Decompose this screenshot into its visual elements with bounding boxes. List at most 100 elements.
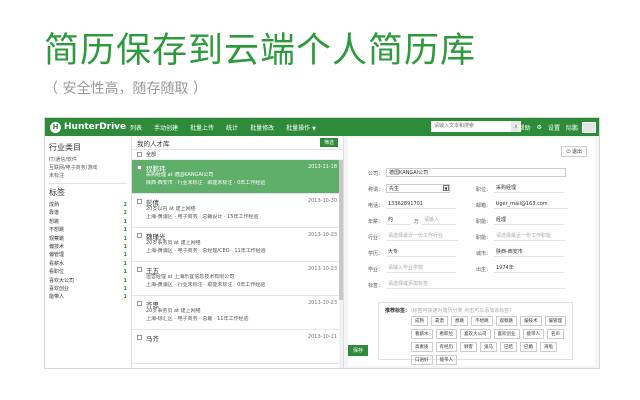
row-checkbox[interactable] xyxy=(137,233,142,238)
help-link[interactable]: 帮助 xyxy=(519,123,531,132)
nav-batch-upload[interactable]: 批量上传 xyxy=(190,123,214,132)
tag-chip[interactable]: 偏管理 xyxy=(544,316,566,326)
school-field[interactable]: 请输入毕业学校 xyxy=(386,264,456,273)
phone-field[interactable]: 13362891701 xyxy=(386,200,456,209)
position-field[interactable]: 采购经理 xyxy=(494,184,564,193)
tag-chip[interactable]: 有经历 xyxy=(435,342,457,352)
tag-chip[interactable]: 海龟 xyxy=(540,342,557,352)
chevron-down-icon[interactable]: ▼ xyxy=(443,185,449,191)
tag-chip[interactable]: 鬼马 xyxy=(480,342,497,352)
row-checkbox[interactable] xyxy=(137,199,142,204)
nav-list[interactable]: 列表 xyxy=(130,123,142,132)
tag-item[interactable]: 能带人 1 xyxy=(49,293,127,301)
tags-input[interactable]: 请选择或添加标签 xyxy=(386,280,566,289)
industry-label: 行业： xyxy=(368,235,384,241)
tag-chip[interactable]: 看薪水 xyxy=(411,329,433,339)
tag-item[interactable]: 成熟 2 xyxy=(49,201,127,209)
candidate-card[interactable]: 魏瑾光 2013-10-23 20岁事务员 at 建上网络 上海-黄浦区 · 电… xyxy=(132,228,343,262)
tag-chip[interactable]: 能带人 xyxy=(522,329,544,339)
tag-item[interactable]: 偏技术 1 xyxy=(49,243,127,251)
tag-item[interactable]: 看薪水 1 xyxy=(49,260,127,268)
function-field[interactable]: 经理 xyxy=(494,216,564,225)
company-label: 公司： xyxy=(368,171,384,177)
email-field[interactable]: tiger_mail@163.com xyxy=(494,200,568,209)
row-checkbox[interactable] xyxy=(137,267,142,272)
company-field[interactable]: 德国KANGAI公司 xyxy=(386,168,566,177)
candidate-card[interactable]: 马齐 2013-10-21 xyxy=(132,330,343,364)
logo[interactable]: H HunterDrive xyxy=(50,121,130,133)
tag-item[interactable]: 看职位 1 xyxy=(49,268,127,276)
tag-chip[interactable]: 已婚 xyxy=(520,342,537,352)
rec-title-text: 推荐标签： xyxy=(385,308,411,314)
tag-chip[interactable]: 想跳 xyxy=(451,316,468,326)
birth-field[interactable]: 1974年 xyxy=(494,264,564,273)
tag-chip[interactable]: 成熟 xyxy=(411,316,428,326)
row-checkbox[interactable] xyxy=(137,301,142,306)
tag-item[interactable]: 想跳 1 xyxy=(49,218,127,226)
list-scrollbar[interactable] xyxy=(339,160,343,368)
tag-chip[interactable]: 顾客 xyxy=(460,342,477,352)
settings-link[interactable]: 设置 xyxy=(548,123,560,132)
tag-label: 喜欢大公司 xyxy=(49,277,75,284)
salary-unit: 万 xyxy=(414,219,420,225)
salary-input[interactable]: 请输入 xyxy=(422,216,456,225)
row-checkbox[interactable] xyxy=(137,335,142,340)
function-label: 职能： xyxy=(476,219,492,225)
tag-chip[interactable]: 不想跳 xyxy=(471,316,493,326)
sub-function-select[interactable]: 请选择最近一份工作职能 xyxy=(494,232,566,241)
top-right-menu: 帮助 ⚙ 设置 际鹏 xyxy=(513,118,596,136)
tag-chip[interactable]: 喜欢大公司 xyxy=(460,329,491,339)
row-checkbox[interactable] xyxy=(137,165,142,170)
tag-item[interactable]: 观察跳 1 xyxy=(49,235,127,243)
candidate-card[interactable]: 齐思 2013-10-23 20岁事务员 at 建上网络 上海-徐汇区 · 电子… xyxy=(132,296,343,330)
tag-item[interactable]: 不想跳 1 xyxy=(49,226,127,234)
select-all-row[interactable]: 全部 xyxy=(132,150,343,160)
tag-count: 1 xyxy=(123,227,127,234)
candidate-card[interactable]: 王五 2013-10-23 运营经理 at 上海乐宜信息技术有限公司 上海-黄浦… xyxy=(132,262,343,296)
tag-chip[interactable]: 靠谱 xyxy=(431,316,448,326)
education-field[interactable]: 大专 xyxy=(386,248,456,257)
gear-icon[interactable]: ⚙ xyxy=(537,124,542,131)
candidate-date: 2013-11-18 xyxy=(307,164,337,170)
industry-item[interactable]: IT/通信/软件 xyxy=(49,156,127,164)
tag-item[interactable]: 偏管理 1 xyxy=(49,251,127,259)
scrollbar-thumb[interactable] xyxy=(339,160,343,300)
tag-chip[interactable]: 能带人 xyxy=(435,355,457,365)
nav-stats[interactable]: 统计 xyxy=(226,123,238,132)
candidate-date: 2013-10-21 xyxy=(307,334,337,340)
tag-item[interactable]: 喜欢大公司 1 xyxy=(49,277,127,285)
tag-chip[interactable]: 看职位 xyxy=(435,329,457,339)
tag-count: 1 xyxy=(123,218,127,225)
select-all-checkbox[interactable] xyxy=(137,152,142,157)
tag-chip[interactable]: 名声 xyxy=(547,329,564,339)
tag-item[interactable]: 靠谱 2 xyxy=(49,209,127,217)
city-field[interactable]: 陕西-西安市 xyxy=(494,248,564,257)
avatar[interactable] xyxy=(582,121,596,133)
tag-chip[interactable]: 高素质 xyxy=(411,342,433,352)
candidate-position: 运营经理 at 上海乐宜信息技术有限公司 xyxy=(146,274,235,280)
industry-item[interactable]: 未标注 xyxy=(49,172,127,180)
nav-batch-edit[interactable]: 批量修改 xyxy=(250,123,274,132)
industry-item[interactable]: 互联网/电子商务/游戏 xyxy=(49,164,127,172)
nav-manual-create[interactable]: 手动创建 xyxy=(154,123,178,132)
tag-count: 1 xyxy=(123,260,127,267)
salary-field[interactable]: 约 xyxy=(386,216,410,225)
tag-chip[interactable]: 观察跳 xyxy=(495,316,517,326)
search-input[interactable] xyxy=(431,121,511,132)
user-name[interactable]: 际鹏 xyxy=(566,123,578,132)
nav-batch-ops[interactable]: 批量操作 ▼ xyxy=(286,123,316,132)
tag-chip[interactable]: 已结 xyxy=(500,342,517,352)
tag-count: 1 xyxy=(123,235,127,242)
candidate-card[interactable]: 程鹏玮 2013-11-18 采购经理 at 德国KANGAI公司 陕西-西安市… xyxy=(132,160,343,194)
filter-button[interactable]: 筛选 xyxy=(319,138,338,147)
exit-button[interactable]: ⏻ 退出 xyxy=(561,146,587,157)
title-select[interactable]: 先生 xyxy=(386,184,450,193)
industry-select[interactable]: 请选择最近一份工作行业 xyxy=(386,232,458,241)
education-label: 学历： xyxy=(368,251,384,257)
save-button[interactable]: 保存 xyxy=(348,345,369,356)
tag-chip[interactable]: 口语好 xyxy=(411,355,433,365)
candidate-card[interactable]: 彭倩 2013-10-30 20岁以内 at 建上网络 上海-黄浦区 · 电子商… xyxy=(132,194,343,228)
tag-chip[interactable]: 喜欢创业 xyxy=(493,329,520,339)
tag-chip[interactable]: 偏技术 xyxy=(520,316,542,326)
tag-item[interactable]: 喜欢创业 1 xyxy=(49,285,127,293)
